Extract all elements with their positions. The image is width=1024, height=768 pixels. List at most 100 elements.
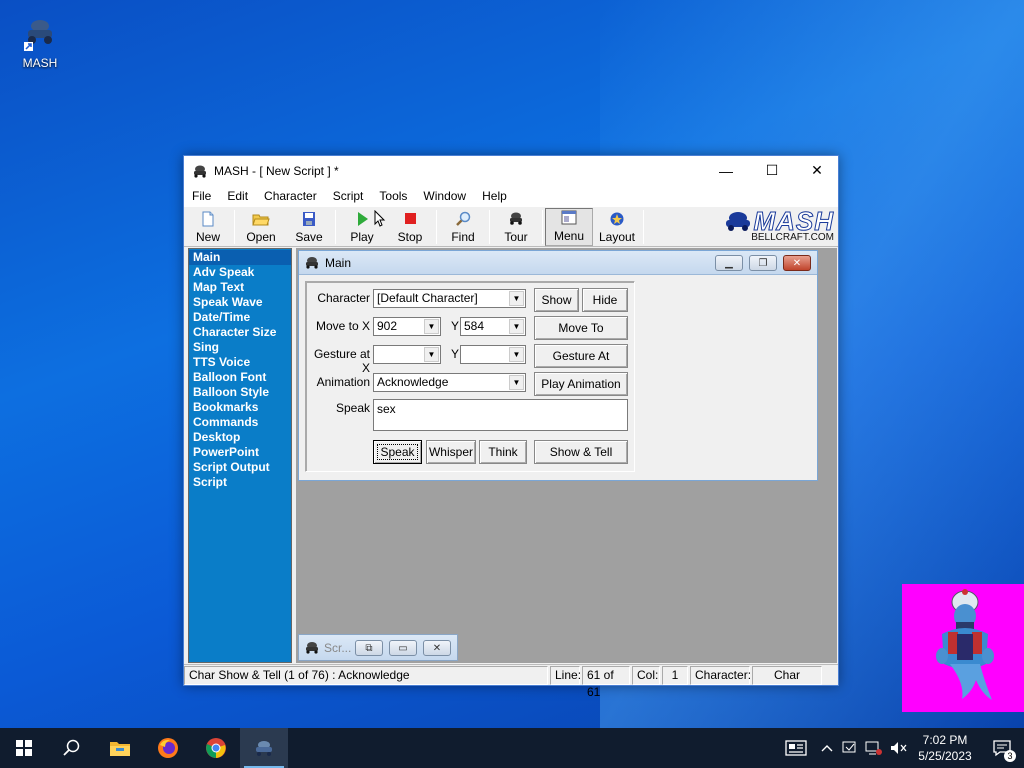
sidebar-item-desktop[interactable]: Desktop [189,430,291,445]
speak-button[interactable]: Speak [373,440,422,464]
play-animation-button[interactable]: Play Animation [534,372,628,396]
child-minimize-button[interactable]: ▁ [715,255,743,271]
mouse-cursor-icon [374,210,386,227]
open-button[interactable]: Open [237,208,285,246]
title-bar[interactable]: MASH - [ New Script ] * — ☐ ✕ [184,156,838,185]
move-to-y-input[interactable]: 584 ▼ [460,317,526,336]
sidebar-item-character-size[interactable]: Character Size [189,325,291,340]
character-select[interactable]: [Default Character] ▼ [373,289,526,308]
menu-script[interactable]: Script [325,189,372,203]
tray-overflow-button[interactable] [816,728,838,768]
search-button[interactable] [48,728,96,768]
close-button[interactable]: ✕ [794,156,840,185]
sidebar-item-adv-speak[interactable]: Adv Speak [189,265,291,280]
minimized-script-window[interactable]: Scr... ⧉ ▭ ✕ [298,634,458,661]
genie-character[interactable] [902,584,1024,712]
tray-volume[interactable] [886,728,910,768]
mash-window: MASH - [ New Script ] * — ☐ ✕ File Edit … [183,155,839,699]
gesture-at-x-input[interactable]: ▼ [373,345,441,364]
firefox-icon [158,738,178,758]
speak-textarea[interactable]: sex [373,399,628,431]
mdi-client-area: Main ▁ ❐ ✕ Character [Default Character]… [296,248,837,663]
sidebar-item-bookmarks[interactable]: Bookmarks [189,400,291,415]
speak-button-label: Speak [377,444,418,460]
chevron-down-icon: ▼ [509,291,524,306]
menu-help[interactable]: Help [474,189,515,203]
mash-taskbar-icon [256,741,272,756]
taskbar-clock[interactable]: 7:02 PM 5/25/2023 [910,732,980,764]
sidebar-item-sing[interactable]: Sing [189,340,291,355]
minimize-button[interactable]: — [703,156,749,185]
sidebar-item-script[interactable]: Script [189,475,291,490]
play-button[interactable]: Play [338,208,386,246]
whisper-button[interactable]: Whisper [426,440,476,464]
news-icon [785,740,807,756]
menu-tools[interactable]: Tools [371,189,415,203]
sidebar-item-speak-wave[interactable]: Speak Wave [189,295,291,310]
find-button[interactable]: Find [439,208,487,246]
taskbar-chrome[interactable] [192,728,240,768]
minimized-close-button[interactable]: ✕ [423,640,451,656]
news-widget-button[interactable] [776,728,816,768]
gesture-at-y-label: Y [450,347,459,361]
new-label: New [195,230,220,244]
taskbar-firefox[interactable] [144,728,192,768]
notification-center-button[interactable]: 3 [980,728,1024,768]
sidebar-item-tts-voice[interactable]: TTS Voice [189,355,291,370]
menu-window[interactable]: Window [415,189,474,203]
sidebar-item-powerpoint[interactable]: PowerPoint [189,445,291,460]
gesture-at-button[interactable]: Gesture At [534,344,628,368]
sidebar-item-commands[interactable]: Commands [189,415,291,430]
taskbar-file-explorer[interactable] [96,728,144,768]
taskbar: 7:02 PM 5/25/2023 3 [0,728,1024,768]
sidebar-item-balloon-font[interactable]: Balloon Font [189,370,291,385]
tour-button[interactable]: Tour [492,208,540,246]
status-line-label: Line: [550,665,581,685]
desktop-icon-label: MASH [22,56,58,70]
main-child-titlebar[interactable]: Main ▁ ❐ ✕ [299,251,817,275]
desktop-icon-mash[interactable]: MASH [10,12,70,70]
stop-button[interactable]: Stop [386,208,434,246]
menu-file[interactable]: File [184,189,219,203]
taskbar-mash[interactable] [240,728,288,768]
maximize-button[interactable]: ☐ [749,156,795,185]
layout-label: Layout [598,230,636,244]
search-icon [63,739,80,756]
minimized-maximize-button[interactable]: ▭ [389,640,417,656]
tray-network[interactable] [862,728,886,768]
menu-button[interactable]: Menu [545,208,593,246]
toolbar-separator [335,210,336,244]
save-button[interactable]: Save [285,208,333,246]
child-restore-button[interactable]: ❐ [749,255,777,271]
new-button[interactable]: New [184,208,232,246]
sidebar-item-date-time[interactable]: Date/Time [189,310,291,325]
menu-bar: File Edit Character Script Tools Window … [184,185,838,207]
system-tray: 7:02 PM 5/25/2023 3 [776,728,1024,768]
tray-network-warning[interactable] [838,728,862,768]
sidebar-item-script-output[interactable]: Script Output [189,460,291,475]
mash-logo: MASH BELLCRAFT.COM [723,208,834,243]
tour-label: Tour [504,230,528,244]
toolbar: New Open Save Play Stop Find Tour Menu L… [184,207,838,247]
minimized-restore-button[interactable]: ⧉ [355,640,383,656]
menu-edit[interactable]: Edit [219,189,256,203]
gesture-at-y-input[interactable]: ▼ [460,345,526,364]
sidebar-item-map-text[interactable]: Map Text [189,280,291,295]
mash-logo-icon [726,212,751,231]
move-to-button[interactable]: Move To [534,316,628,340]
menu-character[interactable]: Character [256,189,325,203]
show-and-tell-button[interactable]: Show & Tell [534,440,628,464]
start-button[interactable] [0,728,48,768]
layout-button[interactable]: Layout [593,208,641,246]
think-button[interactable]: Think [479,440,527,464]
save-label: Save [295,230,323,244]
sidebar-item-main[interactable]: Main [189,250,291,265]
child-close-button[interactable]: ✕ [783,255,811,271]
show-button[interactable]: Show [534,288,579,312]
sidebar-item-balloon-style[interactable]: Balloon Style [189,385,291,400]
hide-button[interactable]: Hide [582,288,628,312]
move-to-x-input[interactable]: 902 ▼ [373,317,441,336]
toolbar-separator [489,210,490,244]
move-to-x-value: 902 [377,319,398,333]
animation-select[interactable]: Acknowledge ▼ [373,373,526,392]
